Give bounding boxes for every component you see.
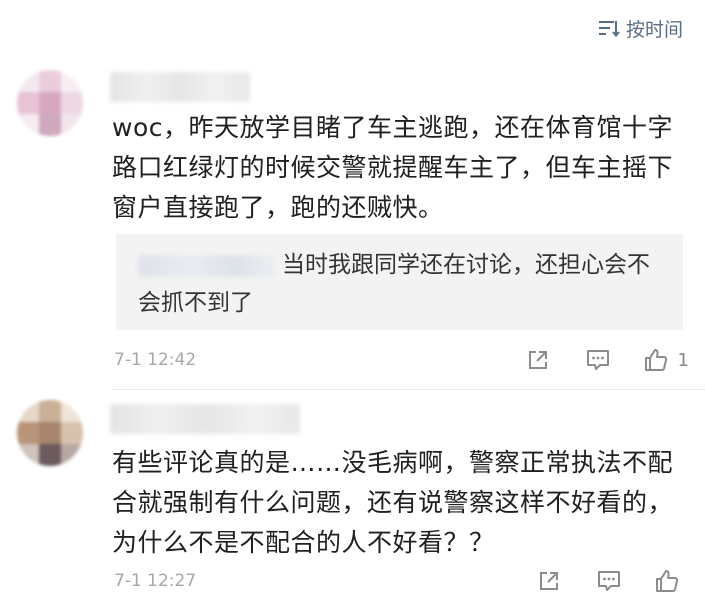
reply-username-redacted[interactable] [138, 254, 276, 277]
reply-button[interactable] [595, 567, 623, 595]
avatar[interactable] [17, 70, 83, 136]
comment-divider [112, 389, 705, 390]
like-icon [644, 349, 667, 371]
reply-button[interactable] [584, 346, 612, 374]
comment-icon [586, 350, 609, 370]
timestamp: 7-1 12:42 [114, 350, 197, 370]
share-icon [528, 351, 547, 369]
sort-label: 按时间 [625, 18, 683, 41]
like-icon [656, 570, 679, 592]
share-button[interactable] [524, 346, 552, 374]
comment-meta: 7-1 12:27 [114, 566, 689, 596]
comment-text: 有些评论真的是……没毛病啊，警察正常执法不配合就强制有什么问题，还有说警察这样不… [112, 448, 674, 557]
username-redacted[interactable] [110, 72, 250, 102]
username-redacted[interactable] [110, 404, 300, 434]
sort-lines-icon [598, 21, 620, 37]
like-button[interactable] [653, 567, 681, 595]
comment-meta: 7-1 12:42 1 [114, 345, 689, 375]
reply-box[interactable]: 当时我跟同学还在讨论，还担心会不会抓不到了 [116, 234, 683, 330]
comment-text: woc，昨天放学目睹了车主逃跑，还在体育馆十字路口红绿灯的时候交警就提醒车主了，… [112, 113, 674, 222]
share-button[interactable] [535, 567, 563, 595]
avatar[interactable] [17, 400, 83, 466]
timestamp: 7-1 12:27 [114, 571, 197, 591]
comment-icon [598, 571, 620, 591]
like-count: 1 [677, 349, 689, 371]
share-icon [540, 572, 558, 590]
sort-by-time-button[interactable]: 按时间 [598, 14, 683, 42]
like-button[interactable] [642, 346, 670, 374]
